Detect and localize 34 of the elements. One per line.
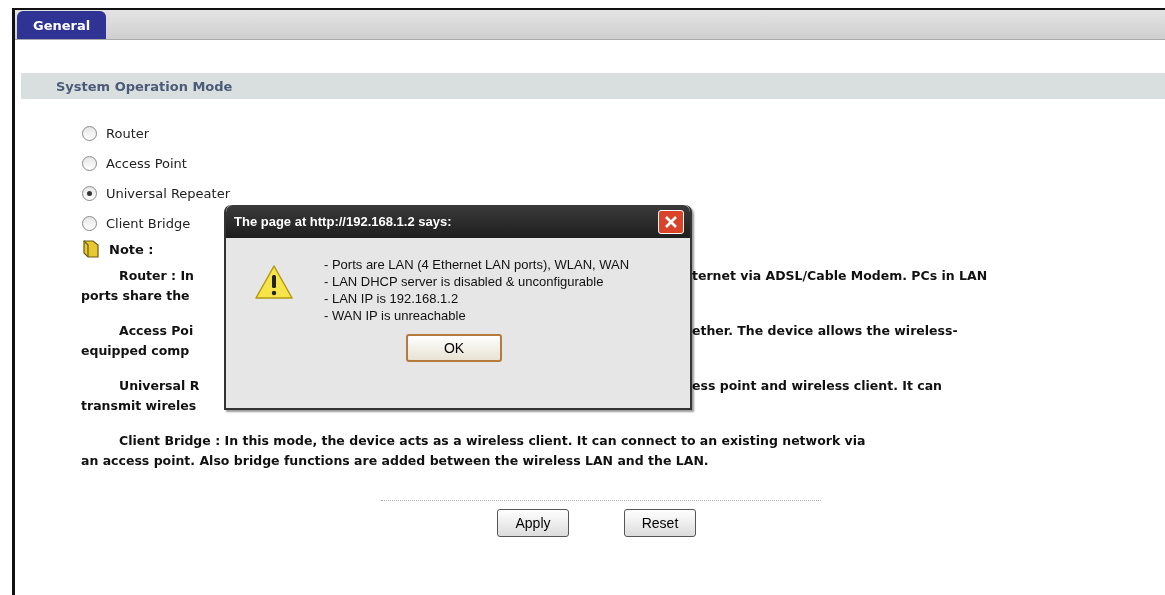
radio-label: Client Bridge bbox=[106, 216, 191, 231]
dialog-title: The page at http://192.168.1.2 says: bbox=[234, 214, 452, 229]
note-text: ternet via ADSL/Cable Modem. PCs in LAN bbox=[692, 267, 988, 283]
note-text: equipped comp bbox=[81, 342, 190, 358]
ok-button[interactable]: OK bbox=[406, 334, 502, 362]
note-text: transmit wireles bbox=[81, 397, 197, 413]
section-title: System Operation Mode bbox=[56, 78, 233, 94]
note-icon bbox=[81, 239, 101, 259]
reset-button[interactable]: Reset bbox=[624, 509, 696, 537]
radio-label: Access Point bbox=[106, 156, 187, 171]
note-text: Access Poi bbox=[119, 322, 194, 338]
close-button[interactable] bbox=[658, 209, 684, 234]
note-title: Note : bbox=[109, 241, 154, 257]
radio-label: Universal Repeater bbox=[106, 186, 230, 201]
note-text: Client Bridge : In this mode, the device acts as a wireless client. It can connect to an existing network via bbox=[119, 432, 866, 448]
radio-button[interactable] bbox=[82, 186, 97, 201]
close-icon bbox=[664, 214, 678, 229]
radio-button[interactable] bbox=[82, 216, 97, 231]
note-text: ether. The device allows the wireless- bbox=[692, 322, 958, 338]
tab[interactable]: General bbox=[17, 11, 107, 39]
radio-button[interactable] bbox=[82, 156, 97, 171]
radio-label: Router bbox=[106, 126, 150, 141]
dialog-message: - Ports are LAN (4 Ethernet LAN ports), WLAN, WAN bbox=[324, 256, 630, 273]
note-text: Router : In bbox=[119, 267, 194, 283]
note-text: ports share the bbox=[81, 287, 190, 303]
warning-icon bbox=[254, 264, 294, 300]
dialog-message: - WAN IP is unreachable bbox=[324, 307, 467, 324]
note-text: an access point. Also bridge functions are added between the wireless LAN and the LAN. bbox=[81, 452, 709, 468]
apply-button[interactable]: Apply bbox=[497, 509, 569, 537]
dialog-message: - LAN IP is 192.168.1.2 bbox=[324, 290, 460, 307]
radio-button[interactable] bbox=[82, 126, 97, 141]
dialog-message: - LAN DHCP server is disabled & unconfigurable bbox=[324, 273, 605, 290]
note-text: ess point and wireless client. It can bbox=[692, 377, 942, 393]
note-text: Universal R bbox=[119, 377, 200, 393]
